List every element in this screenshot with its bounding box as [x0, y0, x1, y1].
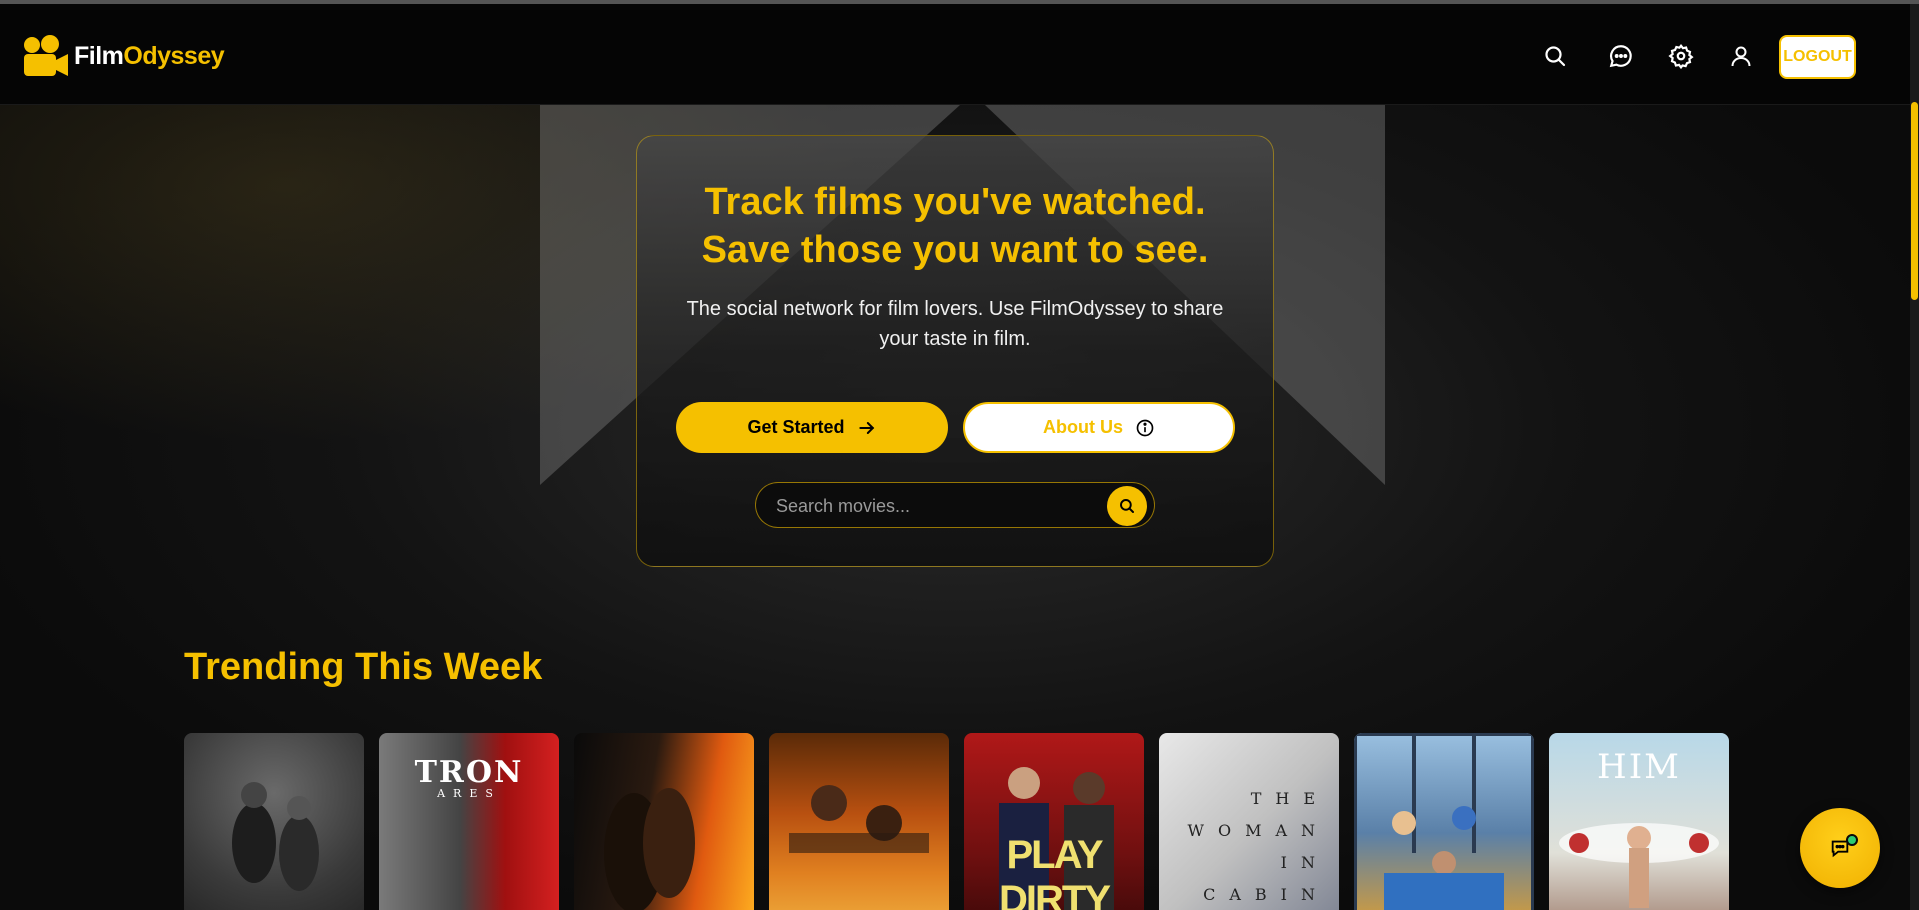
page: FilmOdyssey LOGOUT Track films you've wa…	[0, 0, 1919, 910]
hero-title-line1: Track films you've watched.	[704, 181, 1206, 223]
window-top-border	[0, 0, 1919, 4]
logout-button[interactable]: LOGOUT	[1779, 35, 1856, 79]
arrow-right-icon	[858, 421, 874, 434]
about-us-label: About Us	[1043, 417, 1123, 437]
poster-art	[604, 788, 695, 910]
poster-art	[232, 782, 319, 891]
movie-poster[interactable]: THE WOMAN IN CABIN	[1159, 733, 1339, 910]
about-us-button[interactable]: About Us	[963, 402, 1235, 453]
poster-art	[789, 785, 929, 853]
movie-poster[interactable]	[574, 733, 754, 910]
search-icon	[1120, 499, 1134, 513]
hero-buttons: Get Started About Us	[676, 402, 1236, 454]
poster-title: THE WOMAN IN CABIN	[1187, 789, 1329, 904]
poster-subtitle: ARES	[437, 787, 501, 800]
chat-assistant-button[interactable]	[1800, 808, 1880, 888]
poster-title: HIM	[1597, 747, 1681, 787]
search-icon[interactable]	[1541, 42, 1569, 70]
poster-title: TRON	[414, 755, 524, 790]
scrollbar[interactable]	[1910, 4, 1919, 910]
brand-name-part1: Film	[74, 41, 124, 70]
chat-icon[interactable]	[1607, 42, 1635, 70]
logo[interactable]: FilmOdyssey	[20, 34, 225, 78]
movie-search-box	[755, 482, 1155, 528]
header: FilmOdyssey LOGOUT	[0, 4, 1910, 105]
brand-name: FilmOdyssey	[74, 41, 225, 71]
scrollbar-thumb[interactable]	[1911, 102, 1918, 300]
online-status-dot	[1846, 834, 1858, 846]
movie-poster[interactable]: TRON ARES	[379, 733, 559, 910]
poster-title: PLAY DIRTY	[999, 833, 1111, 910]
hero-card: Track films you've watched. Save those y…	[636, 135, 1274, 567]
get-started-label: Get Started	[747, 417, 845, 437]
search-submit-button[interactable]	[1107, 486, 1147, 526]
movie-poster[interactable]	[1354, 733, 1534, 910]
hero-title: Track films you've watched. Save those y…	[637, 178, 1273, 274]
gear-icon[interactable]	[1667, 42, 1695, 70]
brand-name-part2: Odyssey	[123, 41, 225, 70]
movie-search-input[interactable]	[774, 491, 1094, 521]
movie-poster[interactable]	[184, 733, 364, 910]
movie-poster[interactable]	[769, 733, 949, 910]
trending-section-title: Trending This Week	[184, 646, 543, 688]
hero-subtitle: The social network for film lovers. Use …	[686, 298, 1224, 350]
movie-poster[interactable]: HIM	[1549, 733, 1729, 910]
info-icon	[1136, 419, 1154, 436]
hero-title-line2: Save those you want to see.	[701, 229, 1209, 271]
poster-art	[1354, 733, 1534, 910]
video-camera-icon	[24, 35, 68, 76]
movie-poster[interactable]: PLAY DIRTY	[964, 733, 1144, 910]
get-started-button[interactable]: Get Started	[676, 402, 948, 453]
user-icon[interactable]	[1727, 42, 1755, 70]
